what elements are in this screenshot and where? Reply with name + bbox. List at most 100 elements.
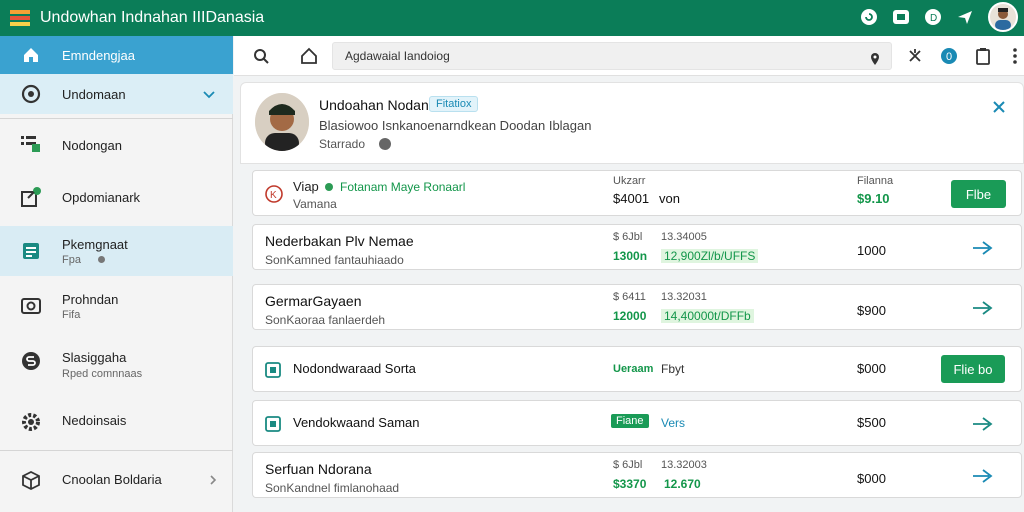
sidebar-item-sublabel: Fpa — [62, 254, 81, 266]
sidebar-item-undomaan[interactable]: Undomaan — [0, 74, 233, 114]
row-value: 1300n — [613, 249, 648, 263]
row-value: $3370 — [613, 477, 647, 491]
arrow-right-icon[interactable] — [971, 415, 995, 433]
row-amount: $000 — [857, 471, 886, 486]
table-row[interactable]: GermarGayaen SonKaoraa fanlaerdeh $ 6411… — [252, 284, 1022, 330]
column-header: $ 6Jbl — [613, 231, 643, 243]
column-header: 13.32031 — [661, 291, 707, 303]
sidebar-item-sublabel: Fifa — [62, 309, 81, 321]
sidebar-item-cnoolan-boldaria[interactable]: Cnoolan Boldaria — [0, 456, 233, 502]
chevron-down-icon[interactable] — [202, 88, 216, 106]
row-amount: $000 — [857, 361, 886, 376]
info-icon[interactable]: 0 — [940, 47, 958, 65]
main-content: Undoahan Nodan Fitatiox Blasiowoo Isnkan… — [240, 82, 1024, 512]
clock-icon: K — [265, 185, 283, 203]
row-value-unit: von — [659, 191, 680, 206]
sidebar-item-label: Undomaan — [62, 87, 126, 102]
svg-text:D: D — [930, 13, 937, 24]
svg-text:0: 0 — [946, 51, 952, 63]
row-title: Nodondwaraad Sorta — [293, 361, 416, 376]
arrow-right-icon[interactable] — [971, 239, 995, 257]
svg-text:K: K — [270, 190, 277, 201]
export-icon — [20, 186, 42, 208]
table-row[interactable]: K Viap Fotanam Maye Ronaarl Vamana Ukzar… — [252, 170, 1022, 216]
user-avatar[interactable] — [988, 2, 1018, 32]
sidebar-item-nodongan[interactable]: Nodongan — [0, 124, 233, 164]
row-amount: $500 — [857, 415, 886, 430]
address-bar[interactable]: Agdawaial Iandoiog — [332, 42, 892, 70]
profile-description: Blasiowoo Isnkanoenarndkean Doodan Iblag… — [319, 118, 592, 133]
sidebar-item-pkemgnaat[interactable]: Pkemgnaat Fpa — [0, 226, 233, 276]
home-icon — [20, 44, 42, 66]
row-value: $4001 — [613, 191, 650, 206]
document-icon — [20, 240, 42, 262]
sidebar-item-label: Cnoolan Boldaria — [62, 472, 162, 487]
status-info-icon — [379, 138, 391, 150]
dollar-icon — [20, 350, 42, 372]
arrow-right-icon[interactable] — [971, 467, 995, 485]
sidebar-item-slasiggaha[interactable]: Slasiggaha Rped comnnaas — [0, 340, 233, 386]
row-title: Nederbakan Plv Nemae — [265, 233, 414, 249]
sidebar-item-label: Emndengjaa — [62, 48, 135, 63]
sidebar-item-label: Opdomianark — [62, 190, 141, 205]
send-icon[interactable] — [956, 8, 974, 26]
column-header: Ukzarr — [613, 175, 646, 187]
search-icon[interactable] — [252, 47, 270, 65]
row-title: Serfuan Ndorana — [265, 461, 372, 477]
refresh-icon[interactable] — [860, 8, 878, 26]
sidebar-item-sublabel: Rped comnnaas — [62, 368, 143, 380]
sidebar-item-prohndan[interactable]: Prohndan Fifa — [0, 282, 233, 330]
row-amount: $9.10 — [857, 191, 890, 206]
sidebar-item-opdomianark[interactable]: Opdomianark — [0, 176, 233, 220]
clipboard-icon[interactable] — [974, 47, 992, 65]
profile-chip[interactable]: Fitatiox — [429, 96, 479, 112]
row-status: Ueraam — [613, 363, 654, 375]
window-icon[interactable] — [892, 8, 910, 26]
profile-card: Undoahan Nodan Fitatiox Blasiowoo Isnkan… — [240, 82, 1024, 164]
file-button[interactable]: Flie bo — [941, 355, 1005, 383]
sidebar-item-label: Pkemgnaat — [62, 237, 128, 252]
sidebar-item-nedoinsais[interactable]: Nedoinsais — [0, 400, 233, 444]
chevron-right-icon[interactable] — [208, 473, 218, 491]
document-icon — [265, 416, 281, 432]
column-header: 13.34005 — [661, 231, 707, 243]
arrow-right-icon[interactable] — [971, 299, 995, 317]
sidebar-item-home[interactable]: Emndengjaa — [0, 36, 233, 74]
row-subtitle: SonKandnel fimlanohaad — [265, 481, 400, 495]
table-row[interactable]: Serfuan Ndorana SonKandnel fimlanohaad $… — [252, 452, 1022, 498]
row-title-green: Fotanam Maye Ronaarl — [340, 180, 466, 194]
table-row[interactable]: Nodondwaraad Sorta Ueraam Fbyt $000 Flie… — [252, 346, 1022, 392]
location-pin-icon[interactable] — [869, 49, 881, 75]
row-amount: $900 — [857, 303, 886, 318]
file-button[interactable]: Flbe — [951, 180, 1006, 208]
column-header: Filanna — [857, 175, 894, 187]
refresh-icon — [20, 83, 42, 105]
row-value-highlight: 12.670 — [664, 477, 701, 491]
column-header: $ 6411 — [613, 291, 646, 303]
row-amount: 1000 — [857, 243, 886, 258]
row-title-text: Viap — [293, 179, 319, 194]
address-text: Agdawaial Iandoiog — [345, 49, 450, 63]
display-icon[interactable]: D — [924, 8, 942, 26]
row-subtitle: SonKamned fantauhiaado — [265, 253, 404, 267]
close-icon[interactable] — [991, 99, 1007, 115]
column-header: 13.32003 — [661, 459, 707, 471]
row-link[interactable]: Vers — [661, 416, 685, 430]
table-row[interactable]: Nederbakan Plv Nemae SonKamned fantauhia… — [252, 224, 1022, 270]
more-icon[interactable] — [1006, 47, 1024, 65]
row-subtitle: SonKaoraa fanlaerdeh — [265, 313, 386, 327]
profile-status: Starrado — [319, 137, 366, 151]
row-status-badge[interactable]: Fiane — [611, 414, 649, 428]
sidebar-item-label: Slasiggaha — [62, 350, 127, 365]
table-row[interactable]: Vendokwaand Saman Fiane Vers $500 — [252, 400, 1022, 446]
sparkle-icon[interactable] — [906, 47, 924, 65]
document-icon — [265, 362, 281, 378]
sidebar-item-label: Nedoinsais — [62, 413, 127, 428]
sidebar-item-label: Prohndan — [62, 292, 119, 307]
home-outline-icon[interactable] — [300, 47, 318, 65]
row-value: 12000 — [613, 309, 647, 323]
box-icon — [20, 469, 42, 491]
list-icon — [20, 133, 42, 155]
row-title: GermarGayaen — [265, 293, 362, 309]
app-title: Undowhan Indnahan IIIDanasia — [40, 9, 265, 26]
